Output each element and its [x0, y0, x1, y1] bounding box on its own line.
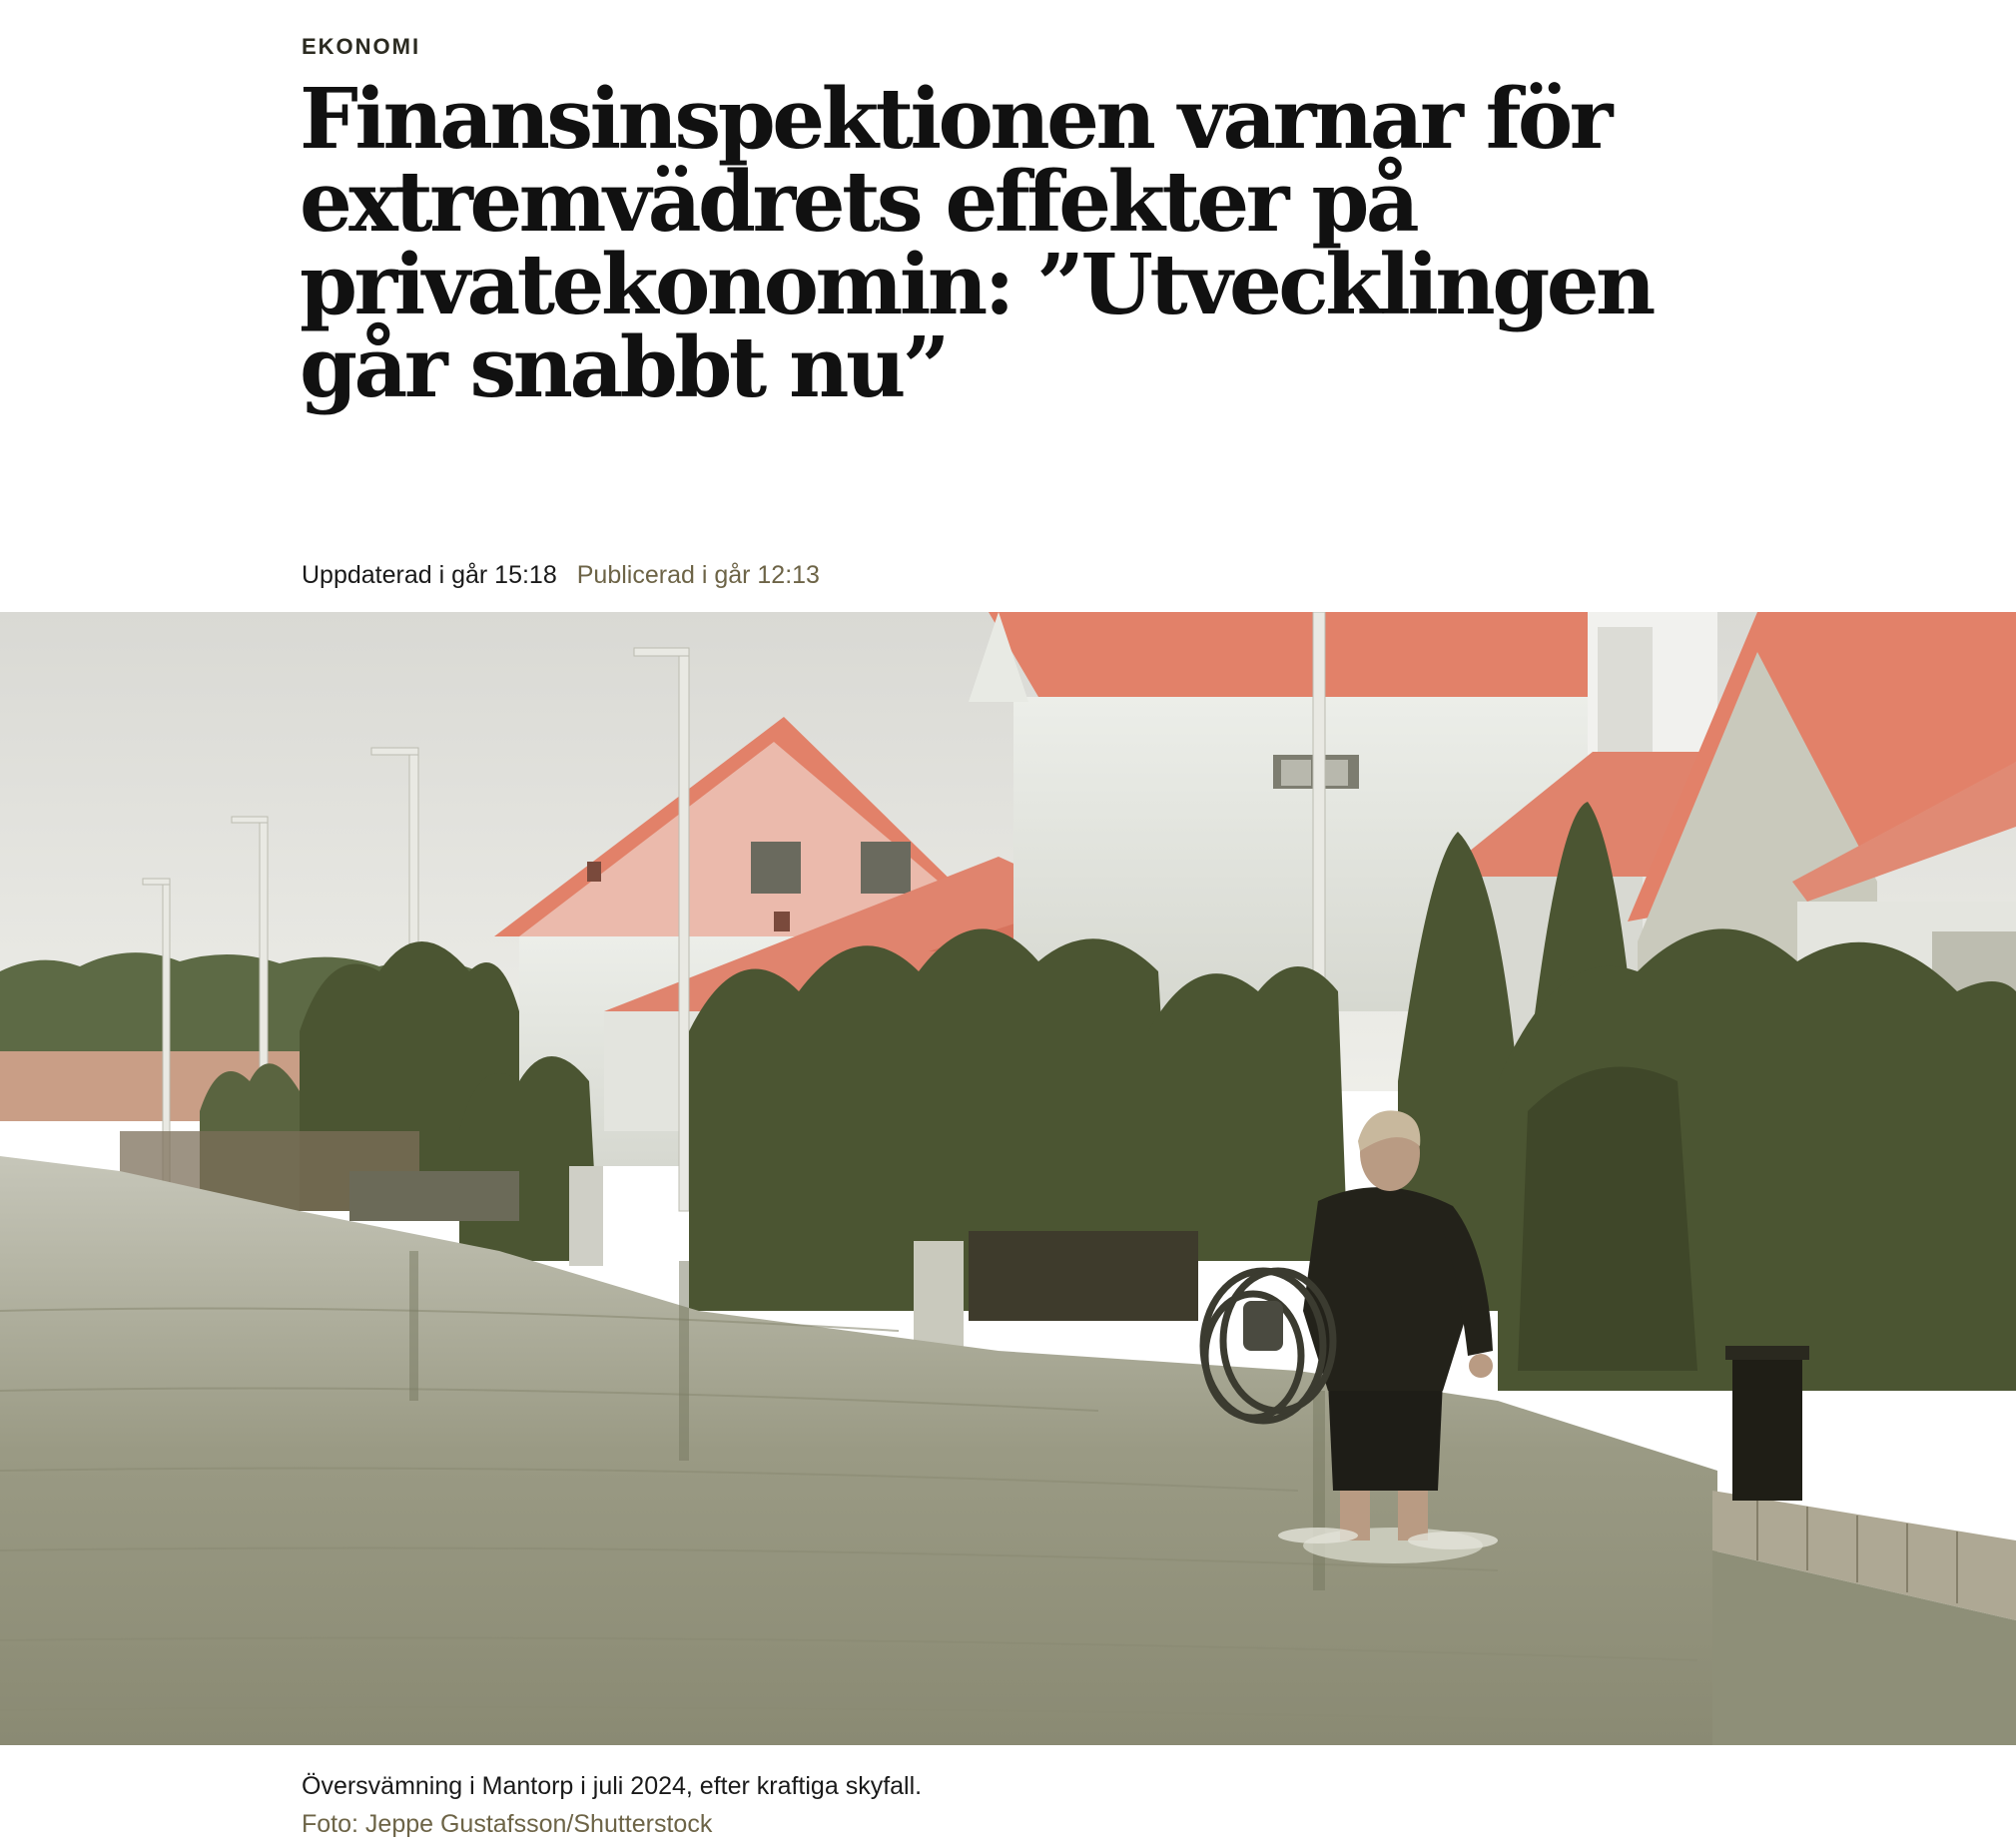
- roof-3: [989, 612, 1588, 697]
- section-label[interactable]: EKONOMI: [302, 34, 420, 60]
- post-box-1: [569, 1166, 603, 1266]
- article-meta: Uppdaterad i går 15:18 Publicerad i går 1…: [302, 560, 820, 590]
- published-timestamp: Publicerad i går 12:13: [576, 561, 820, 589]
- flood-photo: [0, 612, 2016, 1745]
- article: EKONOMI Finansinspektionen varnar för ex…: [0, 0, 2016, 1847]
- updated-timestamp: Uppdaterad i går 15:18: [302, 561, 557, 589]
- image-credit: Foto: Jeppe Gustafsson/Shutterstock: [302, 1810, 713, 1838]
- headline: Finansinspektionen varnar för extremvädr…: [300, 70, 1656, 416]
- hero-image[interactable]: [0, 612, 2016, 1745]
- image-caption: Översvämning i Mantorp i juli 2024, efte…: [302, 1772, 923, 1800]
- mailbox: [1732, 1351, 1802, 1501]
